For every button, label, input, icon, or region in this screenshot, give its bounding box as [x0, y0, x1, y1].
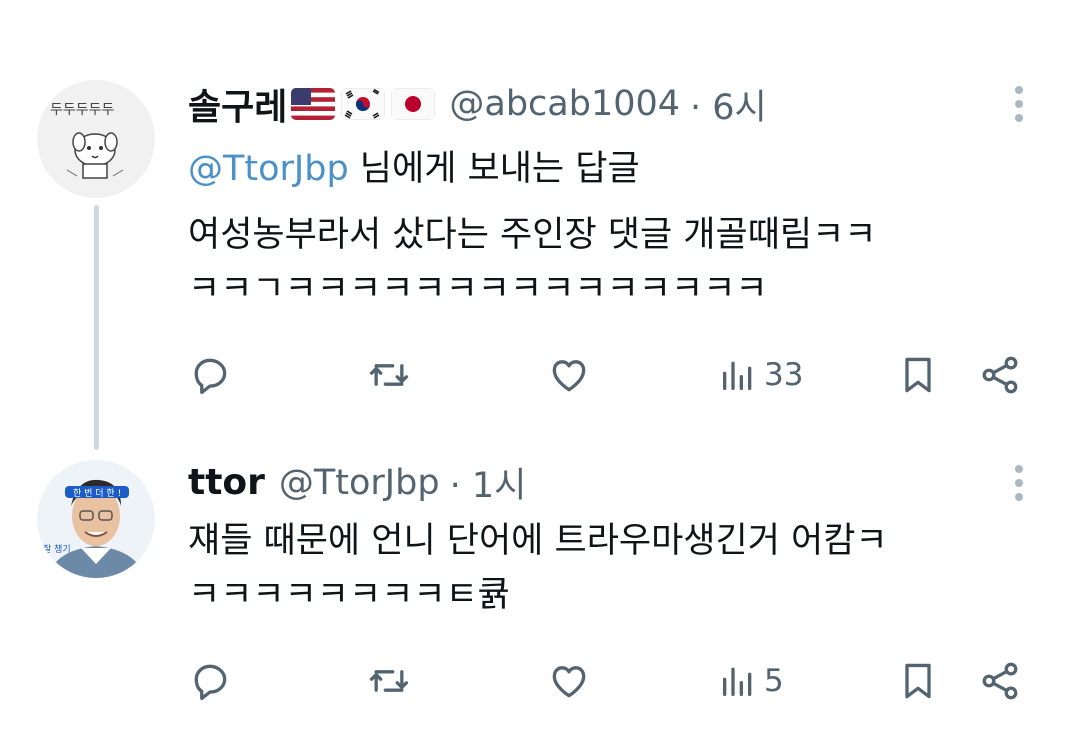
share-icon — [982, 662, 1018, 700]
reply-context: @TtorJbp 님에게 보내는 답글 — [188, 140, 640, 191]
more-options-icon[interactable] — [1015, 465, 1025, 507]
person-photo-avatar-image: 한 번 더 한 ! 잘 챙기 — [37, 460, 155, 578]
thread-line — [94, 205, 99, 450]
reply-button[interactable] — [188, 656, 232, 706]
tweet-text-line: ㅋㅋㅋㅋㅋㅋㅋㅋㅌ큙 — [188, 575, 511, 615]
repost-button[interactable] — [366, 350, 412, 400]
action-bar: 33 — [188, 350, 1038, 400]
reply-context-label: 님에게 보내는 답글 — [348, 149, 640, 189]
reply-icon — [194, 664, 227, 701]
tweet-header: ttor @TtorJbp · 1시 — [188, 457, 526, 508]
handle[interactable]: @abcab1004 — [449, 84, 680, 124]
tweet-text-line: 쟤들 때문에 언니 단어에 트라우마생긴거 어캄ㅋ — [188, 521, 888, 561]
heart-icon — [552, 360, 586, 392]
tweet-text: 쟤들 때문에 언니 단어에 트라우마생긴거 어캄ㅋ ㅋㅋㅋㅋㅋㅋㅋㅋㅌ큙 — [188, 514, 888, 622]
heart-icon — [552, 666, 586, 698]
us-flag-icon — [291, 88, 336, 120]
bookmark-icon — [905, 357, 931, 393]
svg-text:잘 챙기: 잘 챙기 — [43, 543, 71, 555]
svg-text:두두두두두: 두두두두두 — [50, 102, 115, 118]
dog-drawing-avatar-image: 두두두두두 — [37, 80, 155, 198]
display-name[interactable]: 솔구레 — [188, 78, 287, 130]
kr-flag-icon — [341, 88, 386, 120]
reply-mention-link[interactable]: @TtorJbp — [188, 149, 349, 189]
views-count: 33 — [764, 357, 804, 393]
avatar[interactable]: 두두두두두 — [37, 80, 155, 198]
repost-icon — [369, 364, 409, 386]
timestamp[interactable]: · 1시 — [450, 457, 527, 508]
jp-flag-icon — [391, 88, 436, 120]
repost-icon — [369, 670, 409, 692]
views-count: 5 — [764, 663, 784, 699]
action-bar: 5 — [188, 656, 1038, 706]
handle[interactable]: @TtorJbp — [279, 463, 440, 503]
views-button[interactable]: 5 — [718, 656, 784, 706]
tweet-text: 여성농부라서 샀다는 주인장 댓글 개골때림ㅋㅋ ㅋㅋㄱㅋㅋㅋㅋㅋㅋㅋㅋㅋㅋㅋㅋ… — [188, 208, 877, 316]
tweet-text-line: ㅋㅋㄱㅋㅋㅋㅋㅋㅋㅋㅋㅋㅋㅋㅋㅋㅋㅋ — [188, 269, 768, 309]
svg-text:한 번 더 한 !: 한 번 더 한 ! — [73, 488, 121, 499]
more-options-icon[interactable] — [1015, 86, 1025, 128]
like-button[interactable] — [546, 350, 592, 400]
share-icon — [982, 356, 1018, 394]
timestamp[interactable]: · 6시 — [690, 79, 767, 130]
flag-emojis — [291, 88, 436, 120]
display-name[interactable]: ttor — [188, 462, 265, 503]
views-icon — [723, 361, 752, 390]
share-button[interactable] — [978, 656, 1022, 706]
tweet-header: 솔구레 @abcab1004 · 6시 — [188, 78, 767, 130]
reply-button[interactable] — [188, 350, 232, 400]
share-button[interactable] — [978, 350, 1022, 400]
bookmark-button[interactable] — [896, 656, 940, 706]
views-icon — [723, 667, 752, 696]
like-button[interactable] — [546, 656, 592, 706]
repost-button[interactable] — [366, 656, 412, 706]
bookmark-icon — [905, 663, 931, 699]
bookmark-button[interactable] — [896, 350, 940, 400]
tweet-text-line: 여성농부라서 샀다는 주인장 댓글 개골때림ㅋㅋ — [188, 215, 877, 255]
reply-icon — [194, 358, 227, 395]
avatar[interactable]: 한 번 더 한 ! 잘 챙기 — [37, 460, 155, 578]
views-button[interactable]: 33 — [718, 350, 803, 400]
